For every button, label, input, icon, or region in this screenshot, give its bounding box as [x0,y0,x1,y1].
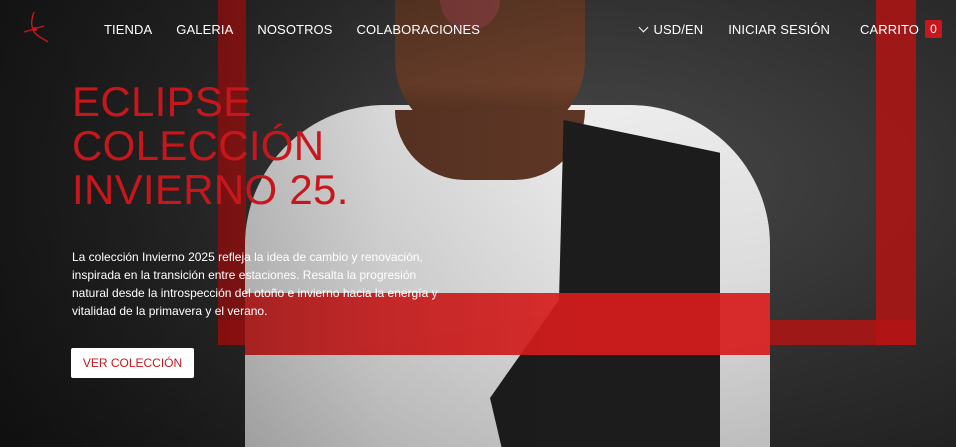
view-collection-button[interactable]: VER COLECCIÓN [71,348,194,378]
brand-logo-icon[interactable] [20,10,50,44]
currency-label: USD/EN [653,21,704,37]
cart-label: CARRITO [860,21,919,37]
hero-title-line-2: COLECCIÓN [72,122,325,169]
hero-shade-overlay [0,0,956,447]
header-actions: USD/EN INICIAR SESIÓN CARRITO 0 [638,20,942,38]
main-nav: TIENDA GALERIA NOSOTROS COLABORACIONES [104,20,504,38]
currency-selector[interactable]: USD/EN [638,21,704,37]
hero-title-line-3: INVIERNO 25. [72,166,349,213]
hero-title-line-1: ECLIPSE [72,78,252,125]
hero-description: La colección Invierno 2025 refleja la id… [72,250,438,318]
cart-button[interactable]: CARRITO 0 [860,20,942,38]
nav-link-galeria[interactable]: GALERIA [176,22,233,37]
login-link[interactable]: INICIAR SESIÓN [728,22,830,37]
nav-link-colaboraciones[interactable]: COLABORACIONES [357,22,480,37]
nav-link-tienda[interactable]: TIENDA [104,22,152,37]
chevron-down-icon [638,22,648,32]
hero-banner [0,0,956,447]
cart-count-badge: 0 [925,20,942,38]
nav-link-nosotros[interactable]: NOSOTROS [257,22,332,37]
hero-title: ECLIPSE COLECCIÓN INVIERNO 25. [72,80,349,212]
